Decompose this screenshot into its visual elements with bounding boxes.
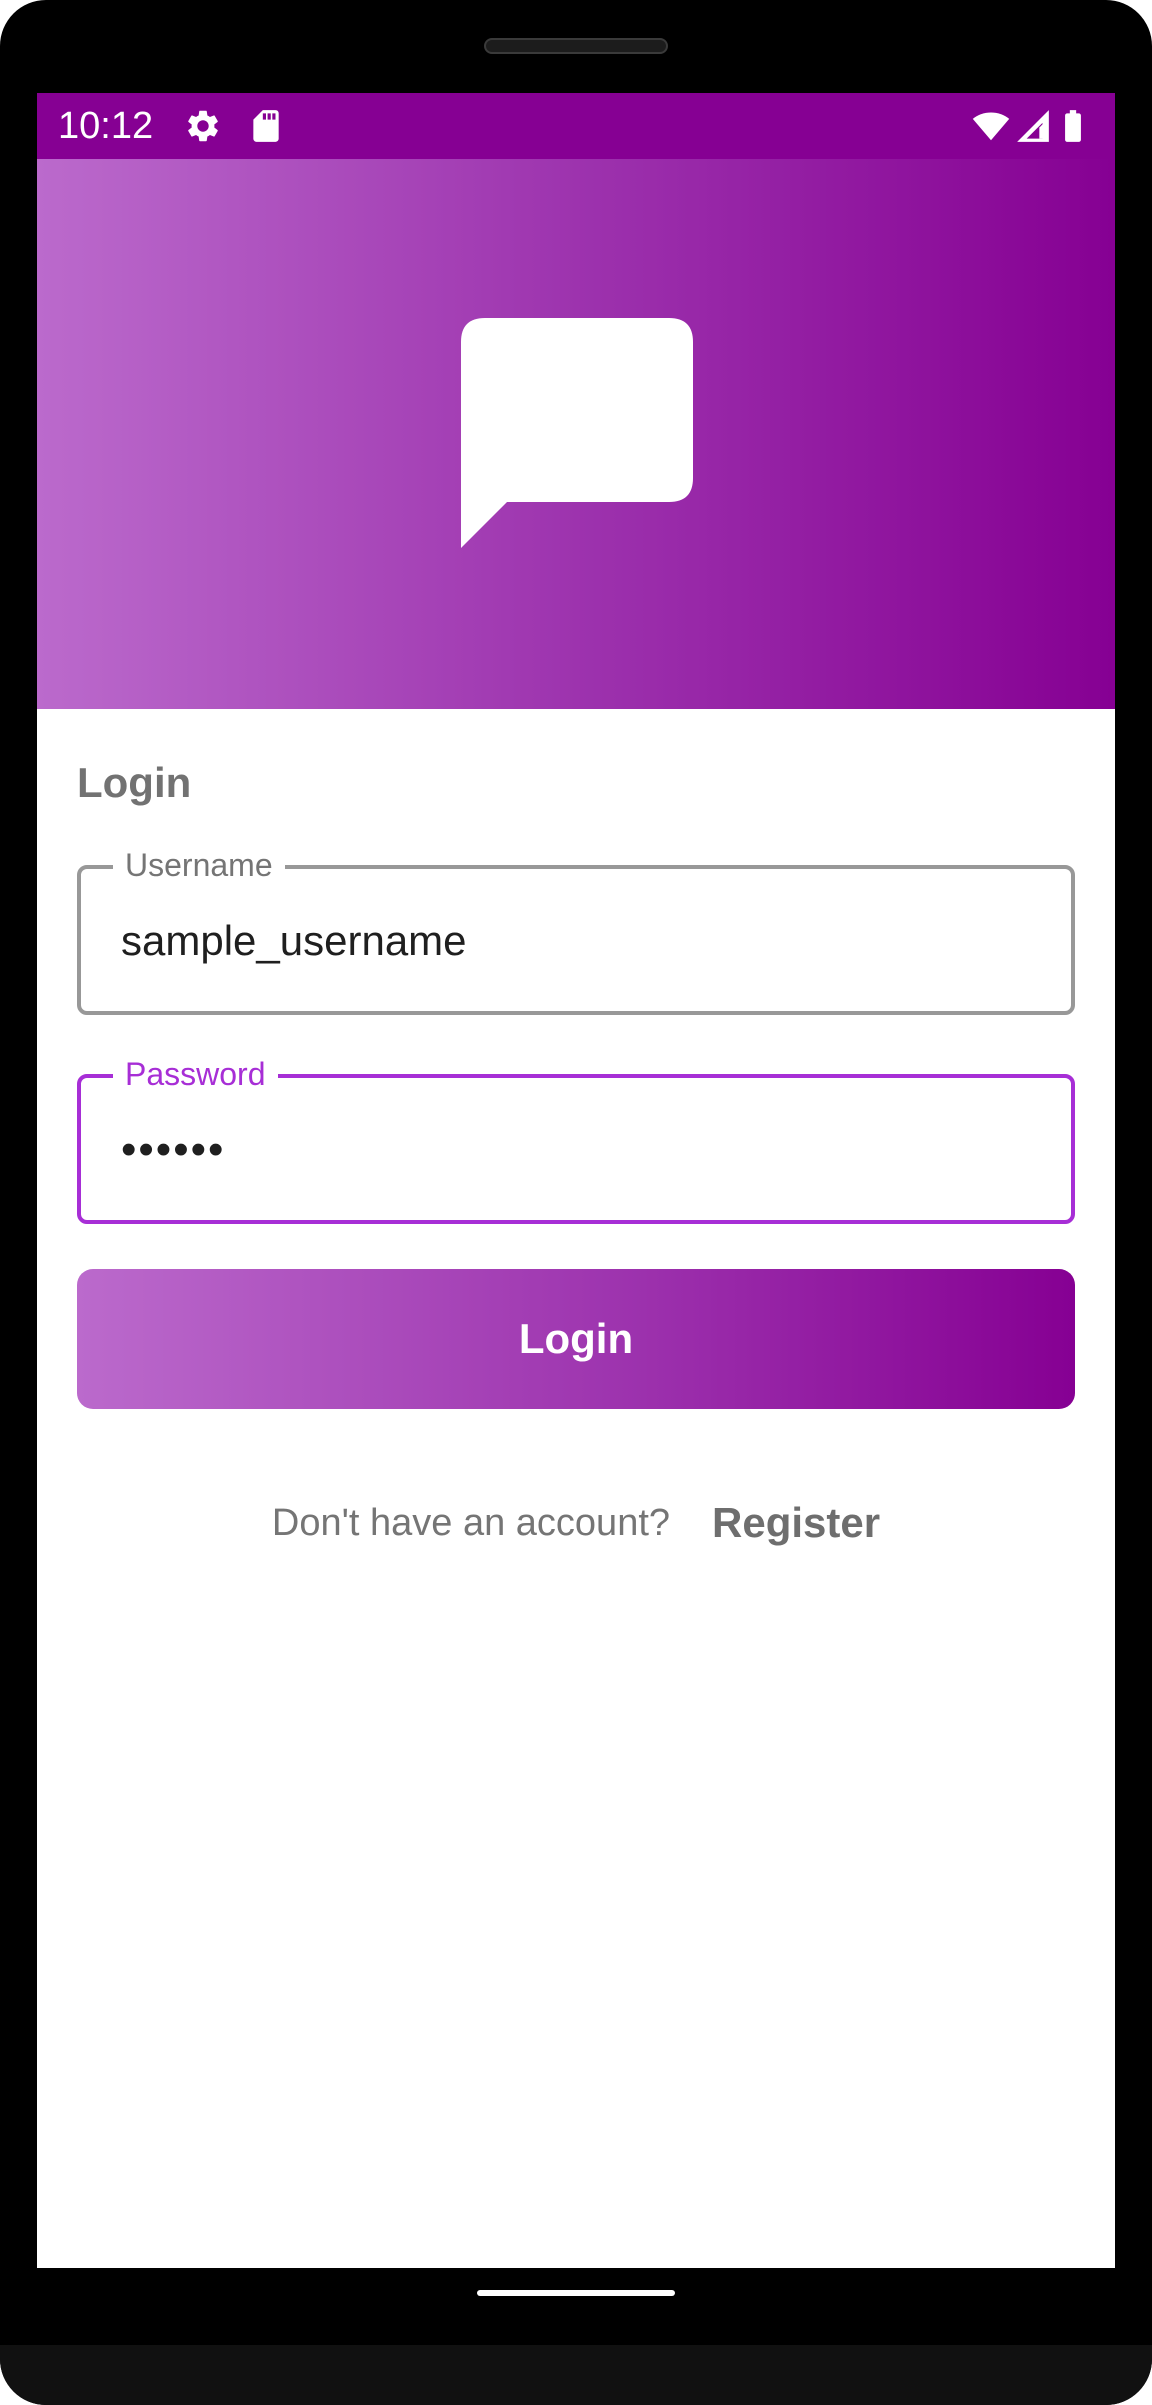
battery-icon [1054,107,1092,145]
status-time: 10:12 [58,105,154,147]
username-field[interactable]: Username sample_username [77,843,1075,1015]
sd-card-icon [247,107,285,145]
password-label: Password [113,1052,278,1096]
settings-icon [184,107,222,145]
status-bar: 10:12 [37,93,1115,159]
login-button-label: Login [518,1315,634,1362]
wifi-icon [972,107,1010,145]
username-label: Username [113,843,285,887]
username-input[interactable]: sample_username [121,913,467,969]
earpiece-speaker [484,38,668,54]
signal-icon [1014,107,1052,145]
register-row: Don't have an account? Register [37,1493,1115,1553]
chat-bubble-icon [461,318,693,548]
register-prompt: Don't have an account? [271,1502,671,1544]
register-link[interactable]: Register [712,1493,880,1553]
bottom-bezel [0,2345,1152,2405]
navigation-handle[interactable] [477,2290,675,2296]
password-field[interactable]: Password •••••• [77,1052,1075,1224]
device-frame: 10:12 Login Username sample_username Pas… [0,0,1152,2405]
screen: 10:12 Login Username sample_username Pas… [37,93,1115,2268]
page-title: Login [77,759,192,806]
password-input[interactable]: •••••• [121,1122,225,1178]
header-banner [37,159,1115,709]
login-button[interactable]: Login [77,1269,1075,1409]
